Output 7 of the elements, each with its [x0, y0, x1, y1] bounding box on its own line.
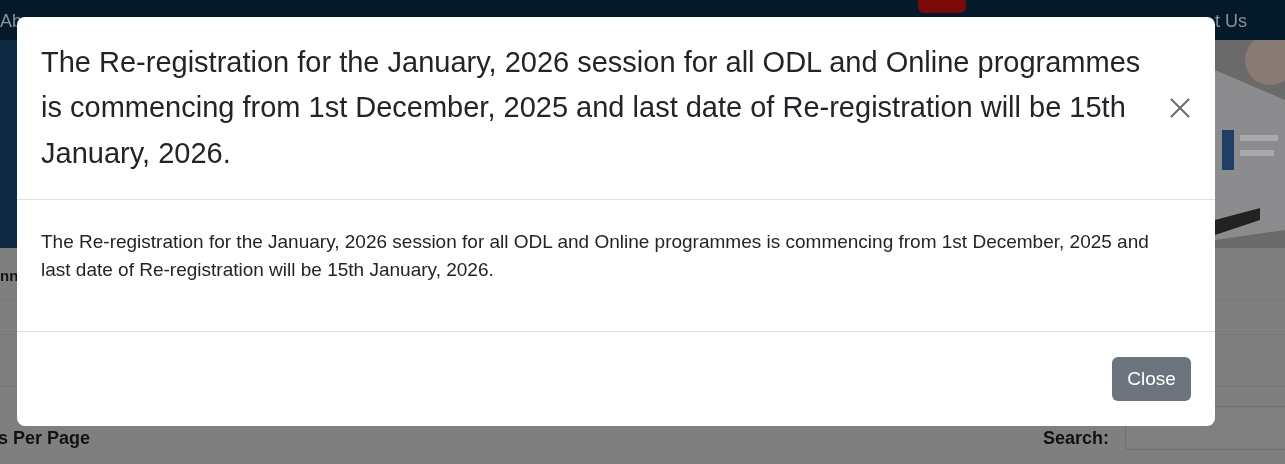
search-label: Search: — [1043, 429, 1110, 447]
close-button[interactable]: Close — [1112, 357, 1191, 401]
modal-body-text: The Re-registration for the January, 2026 session for all ODL and Online programmes is commencing from 1st December, 2025 and last date of Re-registration will be 15th January, 2026. — [41, 230, 1150, 282]
nav-link[interactable]: t Us — [1215, 0, 1285, 30]
modal-title: The Re-registration for the January, 2026 session for all ODL and Online programmes is commencing from 1st December, 2025 and last date of Re-registration will be 15th January, 2026. — [41, 44, 1142, 171]
close-icon[interactable] — [1169, 97, 1191, 119]
section-heading: nn — [0, 268, 19, 283]
